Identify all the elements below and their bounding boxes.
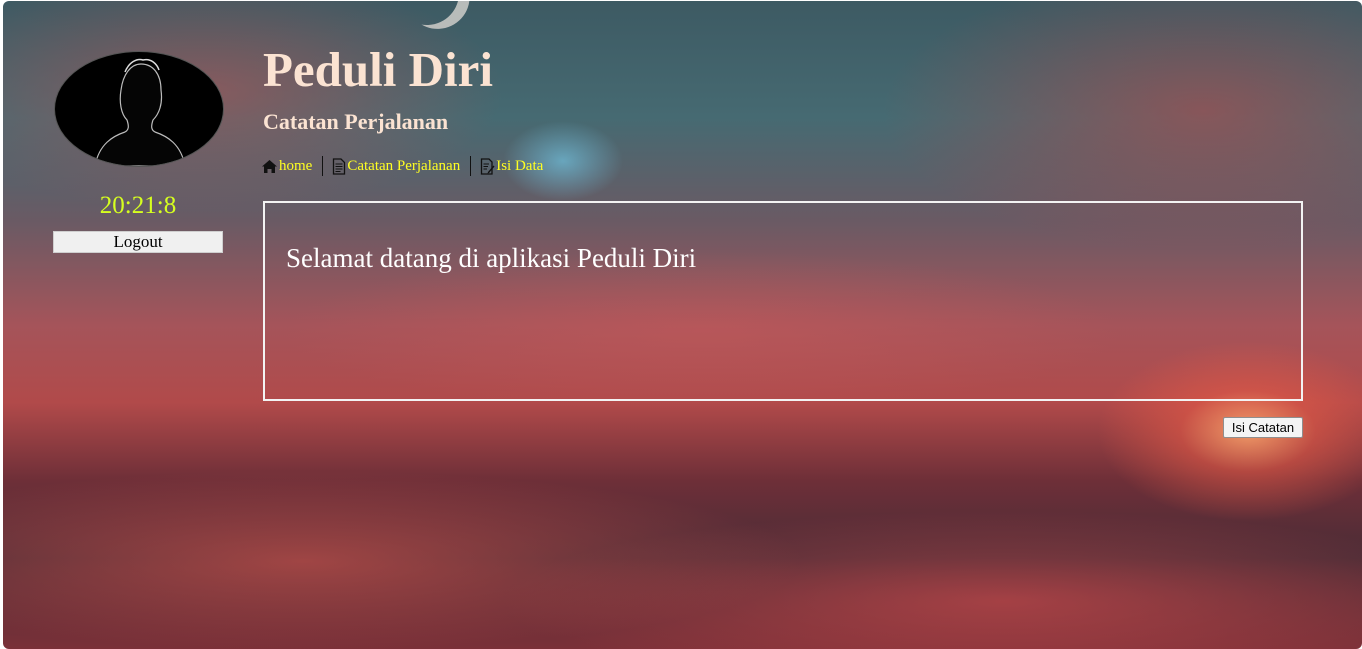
nav-item-catatan-perjalanan[interactable]: Catatan Perjalanan [332, 158, 460, 175]
welcome-message: Selamat datang di aplikasi Peduli Diri [286, 243, 697, 273]
background-sky-image: 20:21:8 Logout Peduli Diri Catatan Perja… [3, 1, 1362, 649]
page-subtitle: Catatan Perjalanan [263, 109, 449, 134]
avatar [54, 51, 224, 167]
nav-item-isi-data[interactable]: Isi Data [480, 158, 543, 175]
nav-divider [322, 156, 324, 176]
nav-item-label: Catatan Perjalanan [347, 157, 461, 174]
welcome-panel: Selamat datang di aplikasi Peduli Diri [263, 201, 1303, 401]
document-icon [333, 157, 346, 175]
nav-item-home[interactable]: home [261, 158, 312, 175]
page-title: Peduli Diri [263, 42, 494, 97]
clock-display: 20:21:8 [99, 192, 177, 219]
main-navigation: home Catatan Perjalanan Isi Data [261, 154, 543, 178]
moon-decoration [384, 1, 469, 36]
logout-button[interactable]: Logout [53, 231, 223, 253]
nav-item-label: Isi Data [496, 157, 544, 174]
home-icon [262, 159, 277, 173]
nav-divider [470, 156, 472, 176]
document-edit-icon [481, 157, 495, 175]
nav-item-label: home [279, 157, 313, 174]
user-silhouette-icon [94, 58, 186, 166]
isi-catatan-button[interactable]: Isi Catatan [1223, 417, 1303, 438]
